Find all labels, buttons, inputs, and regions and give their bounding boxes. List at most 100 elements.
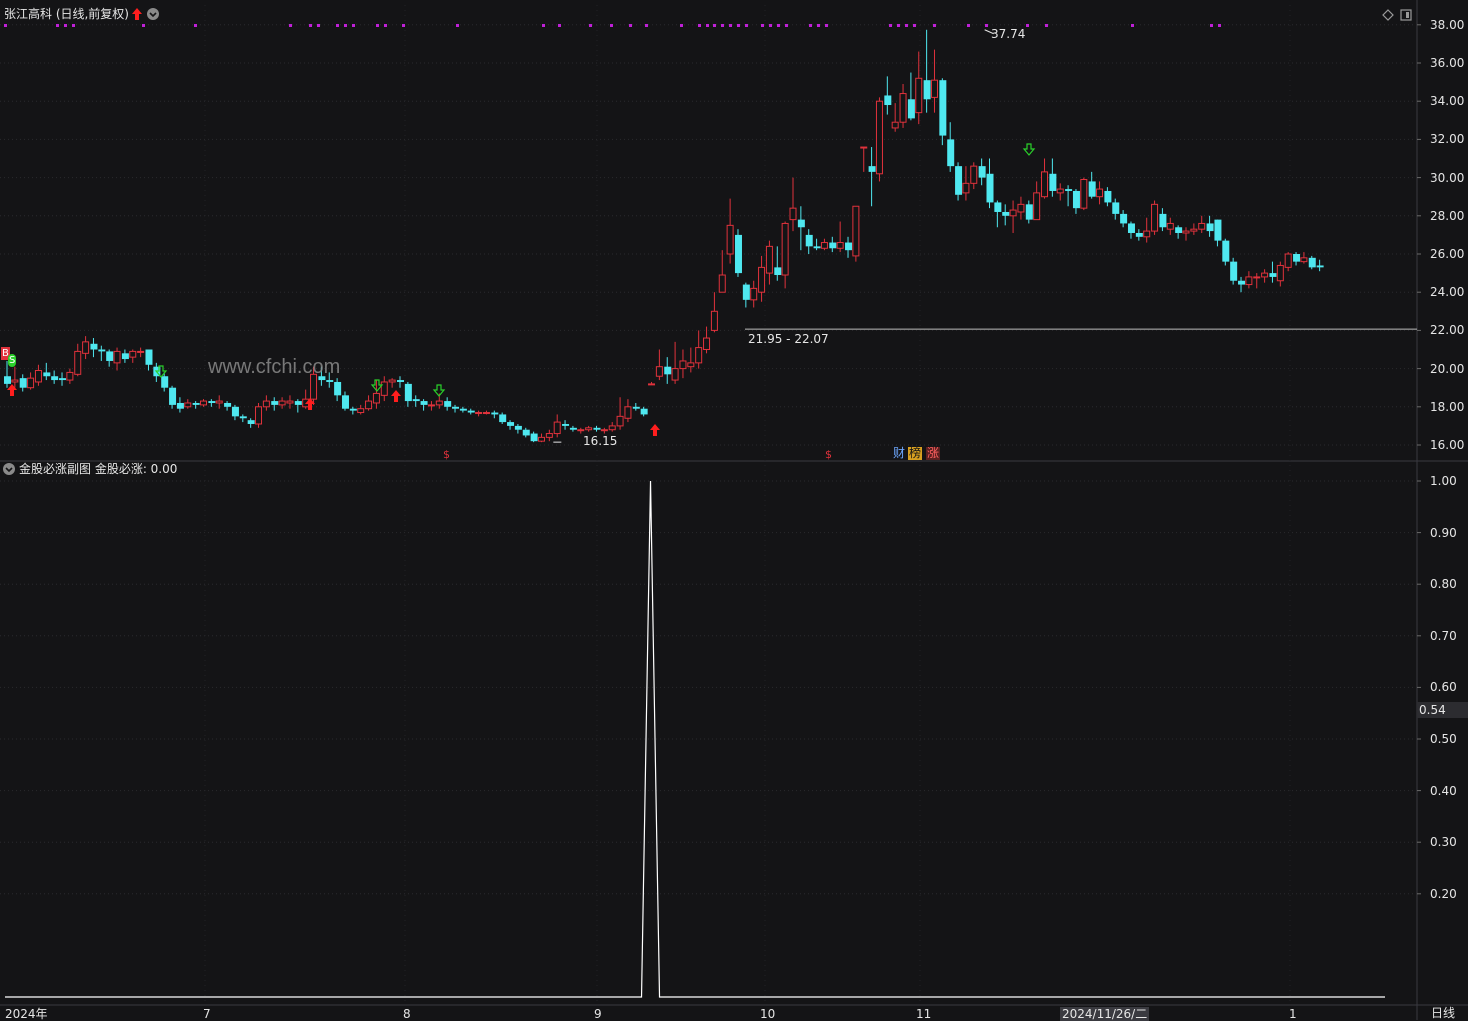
event-badge-ranking[interactable]: 榜 (908, 447, 923, 460)
low-price-label: 16.15 (583, 434, 618, 448)
candle-body (758, 266, 766, 293)
date-tick-label: 7 (203, 1007, 211, 1021)
candle-body (679, 360, 687, 370)
candle-body (805, 234, 813, 247)
candle-body (655, 366, 663, 377)
candle-body (1017, 203, 1025, 213)
candle-body (537, 436, 545, 442)
candle-body (562, 423, 570, 426)
candle-body (27, 377, 35, 389)
chevron-down-icon[interactable] (147, 8, 159, 20)
signal-dot (785, 24, 788, 27)
candle-body (1182, 230, 1190, 234)
candle-body (514, 425, 522, 430)
candle-body (664, 366, 672, 375)
signal-dot (317, 24, 320, 27)
event-badge-limit-up[interactable]: 涨 (926, 447, 941, 460)
signal-dot (72, 24, 75, 27)
candle-body (1222, 240, 1230, 262)
grid-lines (0, 0, 1468, 1020)
candle-body (247, 420, 255, 424)
candle-body (231, 406, 239, 417)
signal-dot (761, 24, 764, 27)
candle-body (1041, 171, 1049, 198)
candle-body (545, 433, 553, 438)
candle-body (192, 402, 200, 405)
candle-body (427, 404, 435, 407)
candle-body (161, 376, 169, 388)
signal-dot (610, 24, 613, 27)
candle-body (467, 410, 475, 413)
candle-body (891, 121, 899, 129)
candle-body (600, 429, 608, 432)
candle-body (341, 395, 349, 409)
signal-markers (4, 24, 1221, 436)
candle-body (765, 245, 773, 274)
signal-dot (309, 24, 312, 27)
price-tick-label: 36.00 (1430, 56, 1465, 70)
candle-body (310, 373, 318, 400)
candle-body (593, 427, 601, 430)
candle-body (1159, 213, 1167, 228)
signal-dot (558, 24, 561, 27)
candle-body (74, 350, 82, 375)
signal-dot (913, 24, 916, 27)
candle-body (1300, 257, 1308, 263)
candle-body (372, 392, 380, 404)
candle-body (1190, 228, 1198, 232)
signal-dot (769, 24, 772, 27)
candle-body (420, 401, 428, 405)
candle-body (1135, 232, 1143, 237)
candle-body (137, 350, 145, 353)
candle-body (947, 139, 955, 167)
candle-body (1009, 209, 1017, 217)
signal-dot (729, 24, 732, 27)
panel-toggle-icon[interactable] (1400, 9, 1412, 21)
indicator-tick-label: 0.90 (1430, 525, 1457, 540)
candle-body (113, 350, 121, 364)
signal-dot (1131, 24, 1134, 27)
candle-body (1206, 223, 1214, 232)
signal-dot (1026, 24, 1029, 27)
date-tick-label: 2024年 (5, 1007, 48, 1021)
signal-dot (706, 24, 709, 27)
candle-body (774, 267, 782, 276)
candle-body (349, 408, 357, 411)
candle-body (357, 408, 365, 414)
candle-body (994, 202, 1002, 212)
candle-body (271, 401, 279, 405)
price-chart[interactable] (0, 0, 1468, 1020)
candle-body (1127, 223, 1135, 233)
candle-body (718, 274, 726, 293)
indicator-tick-label: 0.60 (1430, 680, 1457, 695)
diamond-icon[interactable] (1382, 9, 1394, 21)
cursor-value-label: 0.54 (1417, 702, 1468, 718)
period-button[interactable]: 日线 (1420, 1006, 1466, 1020)
candle-body (224, 402, 232, 407)
candle-body (1104, 190, 1112, 203)
candle-body (648, 383, 656, 386)
candle-body (475, 412, 483, 415)
candle-body (1025, 204, 1033, 220)
indicator-tick-label: 0.80 (1430, 577, 1457, 592)
candle-body (1276, 264, 1284, 282)
signal-dot (289, 24, 292, 27)
candle-body (1112, 202, 1120, 214)
candle-body (452, 406, 460, 409)
signal-dot (933, 24, 936, 27)
candle-body (585, 427, 593, 431)
candle-body (200, 400, 207, 406)
chevron-down-icon[interactable] (3, 463, 15, 475)
candle-body (1261, 272, 1269, 278)
candle-body (553, 421, 561, 435)
candle-body (1080, 179, 1088, 209)
indicator-tick-label: 1.00 (1430, 474, 1457, 488)
signal-dot (825, 24, 828, 27)
event-badge-finance[interactable]: 财 (892, 447, 906, 460)
up-arrow-icon (132, 8, 142, 20)
candle-body (608, 425, 616, 431)
price-tick-label: 30.00 (1430, 170, 1465, 185)
candlesticks (4, 29, 1324, 443)
candle-body (1214, 219, 1222, 241)
candle-body (278, 400, 286, 406)
